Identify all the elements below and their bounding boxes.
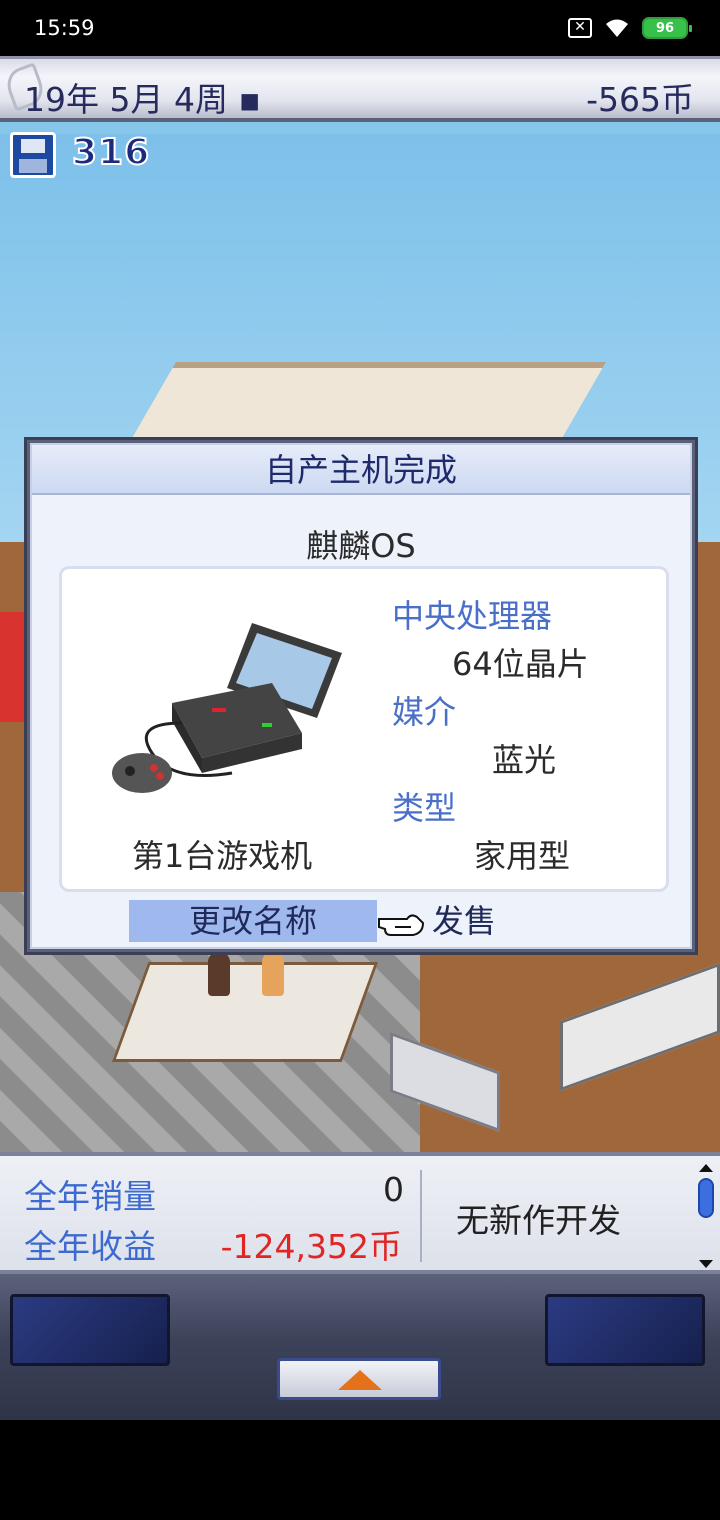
clock: 15:59 xyxy=(34,16,95,40)
scroll-down-arrow-icon[interactable] xyxy=(699,1260,713,1268)
rename-button[interactable]: 更改名称 xyxy=(129,900,377,942)
employee-sprite xyxy=(208,952,230,996)
research-points: 316 xyxy=(71,131,151,174)
scroll-thumb[interactable] xyxy=(698,1178,714,1218)
up-arrow-icon xyxy=(338,1370,382,1390)
open-menu-button[interactable] xyxy=(277,1358,441,1400)
battery-icon: 96 xyxy=(642,17,692,39)
no-sim-icon: ✕ xyxy=(568,18,592,38)
top-info-bar: 19年 5月 4周 ▪ -565币 xyxy=(0,56,720,122)
navigation-bar-area xyxy=(0,1420,720,1520)
desk xyxy=(111,962,379,1062)
scrollbar[interactable] xyxy=(696,1164,716,1268)
battery-level: 96 xyxy=(655,20,675,36)
annual-sales-label: 全年销量 xyxy=(24,1177,156,1216)
scroll-up-arrow-icon[interactable] xyxy=(699,1164,713,1172)
console-caption: 第1台游戏机 xyxy=(131,837,313,875)
game-console-icon xyxy=(112,623,342,793)
dialog-body: 自产主机完成 麒麟OS 第1台游戏机 中央处理器 64位晶片 媒介 蓝光 类型 … xyxy=(30,443,692,949)
annual-revenue-label: 全年收益 xyxy=(24,1227,156,1266)
divider xyxy=(420,1170,422,1262)
left-menu-button[interactable] xyxy=(10,1294,170,1366)
control-bar xyxy=(0,1274,720,1420)
status-bar: 15:59 ✕ 96 xyxy=(0,0,720,56)
annual-revenue-value: -124,352币 xyxy=(220,1227,402,1266)
game-date: 19年 5月 4周 ▪ xyxy=(24,80,261,119)
funds: -565币 xyxy=(586,80,694,119)
employee-sprite xyxy=(262,952,284,996)
spec-label-cpu: 中央处理器 xyxy=(392,597,553,635)
spec-value-type: 家用型 xyxy=(474,837,571,875)
spec-label-type: 类型 xyxy=(392,789,457,827)
console-complete-dialog: 自产主机完成 麒麟OS 第1台游戏机 中央处理器 64位晶片 媒介 蓝光 类型 … xyxy=(24,437,698,955)
sell-button[interactable]: 发售 xyxy=(432,900,496,942)
annual-stats-panel: 全年销量 0 全年收益 -124,352币 无新作开发 xyxy=(0,1152,720,1274)
console-name: 麒麟OS xyxy=(306,527,416,565)
spec-value-media: 蓝光 xyxy=(492,741,557,779)
dialog-title: 自产主机完成 xyxy=(32,445,690,495)
console-info-panel: 第1台游戏机 中央处理器 64位晶片 媒介 蓝光 类型 家用型 xyxy=(59,566,669,892)
floppy-disk-icon[interactable] xyxy=(10,132,56,178)
annual-sales-value: 0 xyxy=(383,1170,404,1209)
right-menu-button[interactable] xyxy=(545,1294,705,1366)
spec-label-media: 媒介 xyxy=(392,693,457,731)
pointing-hand-icon xyxy=(378,914,425,936)
development-status: 无新作开发 xyxy=(456,1201,621,1240)
wifi-icon xyxy=(606,19,628,37)
status-icons: ✕ 96 xyxy=(568,17,692,39)
spec-value-cpu: 64位晶片 xyxy=(452,645,589,683)
